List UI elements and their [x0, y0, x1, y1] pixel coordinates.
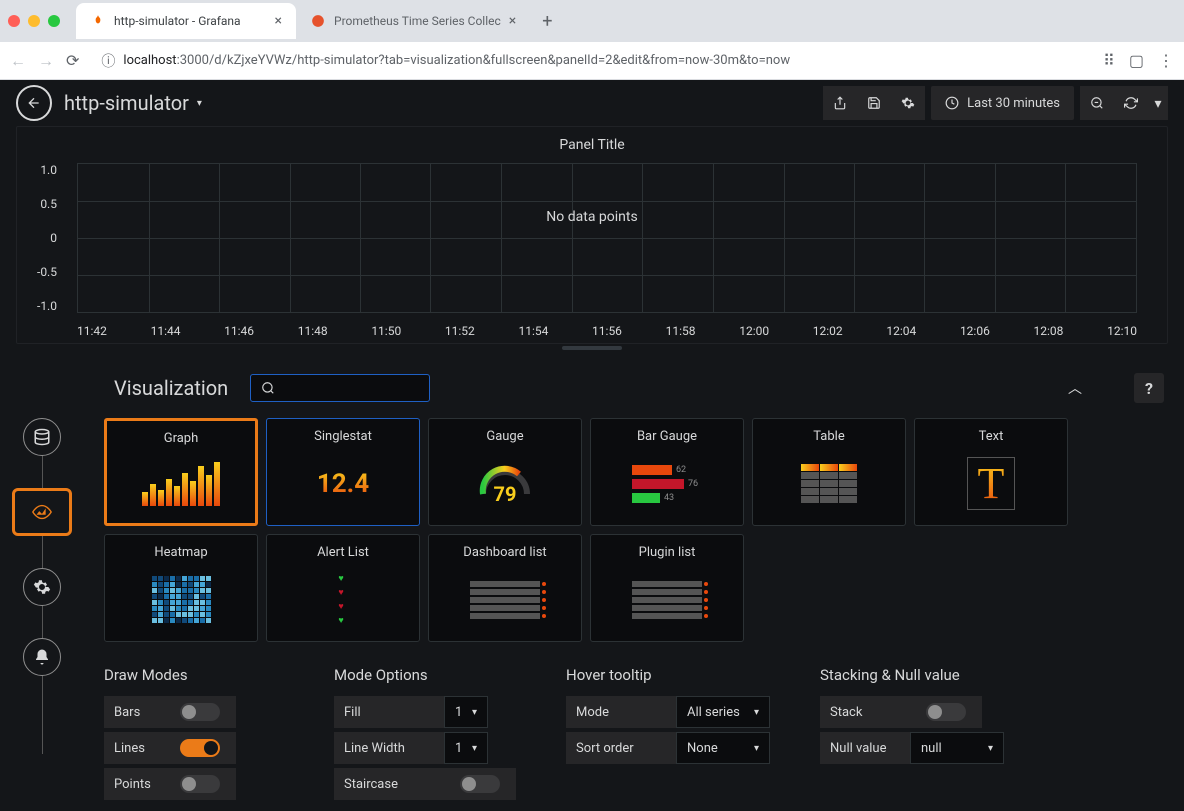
- close-window-button[interactable]: [8, 15, 20, 27]
- grafana-top-bar: http-simulator ▾ Last 30 minutes ▾: [0, 80, 1184, 126]
- singlestat-preview-icon: 12.4: [317, 469, 369, 499]
- help-button[interactable]: ?: [1134, 373, 1164, 403]
- bars-label: Bars: [104, 696, 164, 728]
- bar-gauge-preview-icon: 62 76 43: [632, 452, 702, 515]
- line-width-select[interactable]: 1▾: [444, 732, 488, 764]
- settings-button[interactable]: [891, 86, 925, 120]
- viz-search-input[interactable]: [250, 374, 430, 402]
- chart-area[interactable]: 1.0 0.5 0 -0.5 -1.0 No data points 1: [17, 163, 1167, 343]
- address-bar[interactable]: ⓘ localhost:3000/d/kZjxeYVWz/http-simula…: [91, 47, 1091, 75]
- save-button[interactable]: [857, 86, 891, 120]
- null-value-label: Null value: [820, 732, 910, 764]
- profile-icon[interactable]: ▢: [1129, 51, 1144, 70]
- browser-tab-bar: http-simulator - Grafana × Prometheus Ti…: [0, 0, 1184, 42]
- panel-title[interactable]: Panel Title: [17, 127, 1167, 163]
- tooltip-mode-label: Mode: [566, 696, 676, 728]
- general-tab-icon[interactable]: [23, 568, 61, 606]
- viz-card-text[interactable]: Text T: [914, 418, 1068, 526]
- null-value-select[interactable]: null▾: [910, 732, 1004, 764]
- plugin-list-preview-icon: [601, 568, 733, 631]
- staircase-label: Staircase: [334, 768, 444, 800]
- editor-header: Visualization ︿ ?: [104, 358, 1164, 418]
- browser-tab-grafana[interactable]: http-simulator - Grafana ×: [76, 3, 296, 39]
- gauge-preview-icon: 79: [439, 452, 571, 515]
- editor-sidebar: [0, 358, 84, 804]
- staircase-toggle[interactable]: [460, 775, 500, 793]
- search-icon: [261, 381, 275, 395]
- browser-tab-prometheus[interactable]: Prometheus Time Series Collec ×: [296, 3, 530, 39]
- nav-forward-button[interactable]: →: [38, 51, 54, 71]
- heatmap-preview-icon: [115, 568, 247, 631]
- dashboard-title[interactable]: http-simulator ▾: [64, 91, 202, 115]
- window-controls: [8, 15, 60, 27]
- stacking-section: Stacking & Null value Stack Null value n…: [820, 666, 1004, 804]
- info-icon: ⓘ: [101, 51, 115, 71]
- graph-panel: Panel Title 1.0 0.5 0 -0.5 -1.0: [16, 126, 1168, 344]
- visualization-tab-label[interactable]: Visualization: [104, 370, 238, 406]
- mode-options-section: Mode Options Fill 1▾ Line Width 1▾ Stair…: [334, 666, 516, 804]
- close-tab-icon[interactable]: ×: [509, 13, 516, 29]
- browser-toolbar: ← → ⟳ ⓘ localhost:3000/d/kZjxeYVWz/http-…: [0, 42, 1184, 80]
- graph-preview-icon: [117, 454, 245, 513]
- lines-label: Lines: [104, 732, 164, 764]
- resize-handle[interactable]: [562, 346, 622, 350]
- nav-back-button[interactable]: ←: [10, 51, 26, 71]
- viz-card-heatmap[interactable]: Heatmap: [104, 534, 258, 642]
- collapse-icon[interactable]: ︿: [1068, 378, 1082, 398]
- url-text: localhost:3000/d/kZjxeYVWz/http-simulato…: [123, 53, 790, 68]
- line-width-label: Line Width: [334, 732, 444, 764]
- new-tab-button[interactable]: +: [542, 11, 552, 32]
- alert-list-preview-icon: ♥ ♥ ♥ ♥: [308, 568, 378, 631]
- fill-select[interactable]: 1▾: [444, 696, 488, 728]
- viz-card-singlestat[interactable]: Singlestat 12.4: [266, 418, 420, 526]
- queries-tab-icon[interactable]: [23, 418, 61, 456]
- viz-card-graph[interactable]: Graph: [104, 418, 258, 526]
- viz-card-bar-gauge[interactable]: Bar Gauge 62 76 43: [590, 418, 744, 526]
- translate-icon[interactable]: ⠿: [1103, 51, 1115, 70]
- sort-order-select[interactable]: None▾: [676, 732, 770, 764]
- viz-card-plugin-list[interactable]: Plugin list: [590, 534, 744, 642]
- hover-tooltip-section: Hover tooltip Mode All series▾ Sort orde…: [566, 666, 770, 804]
- points-label: Points: [104, 768, 164, 800]
- stack-toggle[interactable]: [926, 703, 966, 721]
- fill-label: Fill: [334, 696, 444, 728]
- close-tab-icon[interactable]: ×: [275, 13, 282, 29]
- viz-card-dashboard-list[interactable]: Dashboard list: [428, 534, 582, 642]
- y-axis-labels: 1.0 0.5 0 -0.5 -1.0: [37, 163, 57, 313]
- alert-tab-icon[interactable]: [23, 638, 61, 676]
- table-preview-icon: [763, 452, 895, 515]
- refresh-button[interactable]: [1114, 86, 1148, 120]
- zoom-out-button[interactable]: [1080, 86, 1114, 120]
- viz-card-gauge[interactable]: Gauge 79: [428, 418, 582, 526]
- draw-modes-section: Draw Modes Bars Lines Points: [104, 666, 284, 804]
- back-button[interactable]: [16, 85, 52, 121]
- chart-grid: [77, 163, 1137, 313]
- points-toggle[interactable]: [180, 775, 220, 793]
- minimize-window-button[interactable]: [28, 15, 40, 27]
- tooltip-mode-select[interactable]: All series▾: [676, 696, 770, 728]
- text-preview-icon: T: [925, 452, 1057, 515]
- bars-toggle[interactable]: [180, 703, 220, 721]
- visualization-tab-icon[interactable]: [12, 488, 72, 536]
- tab-title: Prometheus Time Series Collec: [334, 14, 501, 28]
- time-range-button[interactable]: Last 30 minutes: [931, 86, 1074, 120]
- viz-card-table[interactable]: Table: [752, 418, 906, 526]
- dropdown-icon: ▾: [197, 98, 202, 109]
- x-axis-labels: 11:4211:44 11:4611:48 11:5011:52 11:5411…: [77, 324, 1137, 338]
- tab-title: http-simulator - Grafana: [114, 14, 241, 28]
- dashboard-list-preview-icon: [439, 568, 571, 631]
- lines-toggle[interactable]: [180, 739, 220, 757]
- clock-icon: [945, 96, 959, 110]
- no-data-message: No data points: [546, 209, 637, 225]
- viz-card-alert-list[interactable]: Alert List ♥ ♥ ♥ ♥: [266, 534, 420, 642]
- refresh-interval-button[interactable]: ▾: [1148, 86, 1168, 120]
- prometheus-favicon-icon: [310, 13, 326, 29]
- reload-button[interactable]: ⟳: [66, 51, 79, 70]
- menu-icon[interactable]: ⋮: [1158, 51, 1174, 70]
- stack-label: Stack: [820, 696, 910, 728]
- maximize-window-button[interactable]: [48, 15, 60, 27]
- sort-order-label: Sort order: [566, 732, 676, 764]
- grafana-favicon-icon: [90, 13, 106, 29]
- share-button[interactable]: [823, 86, 857, 120]
